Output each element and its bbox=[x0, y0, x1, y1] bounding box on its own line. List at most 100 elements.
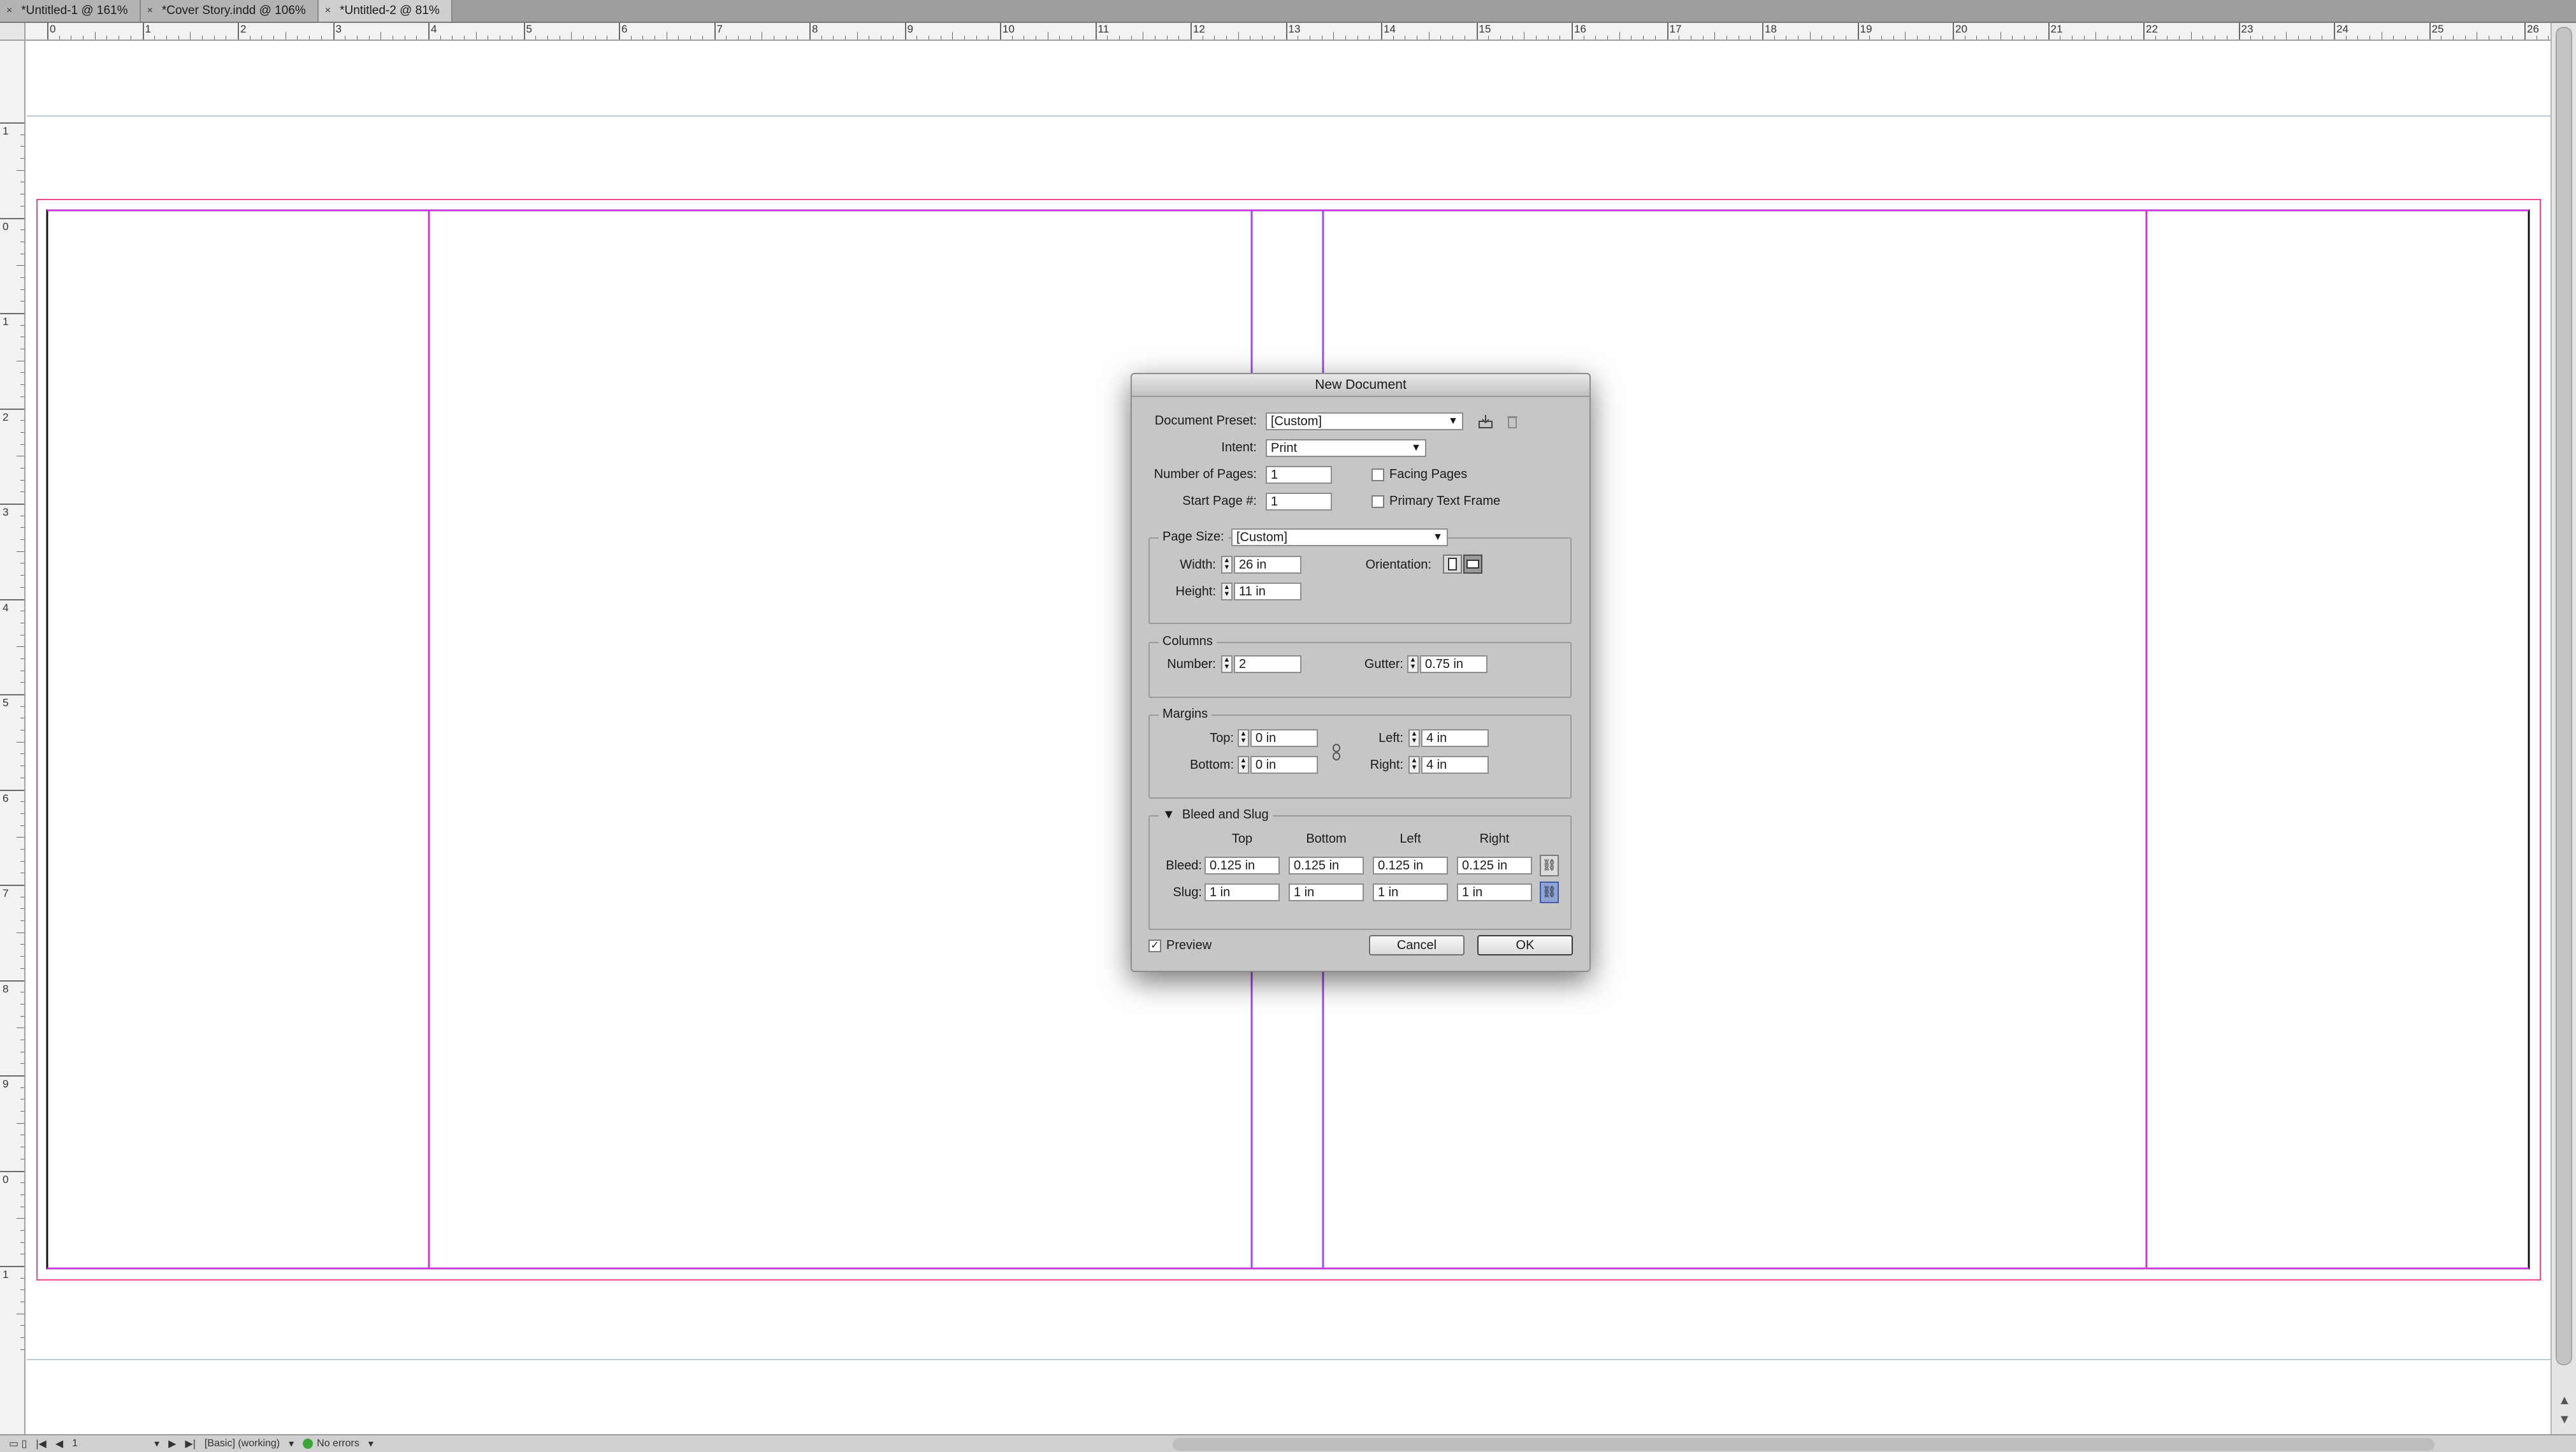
bleed-link-icon[interactable]: ⛓ bbox=[1540, 855, 1559, 876]
preview-checkbox[interactable]: ✓ bbox=[1148, 940, 1161, 952]
next-page-icon[interactable]: ▶ bbox=[168, 1437, 176, 1450]
slug-label: Slug: bbox=[1173, 885, 1202, 899]
save-preset-icon[interactable] bbox=[1476, 412, 1495, 431]
bleed-right-input[interactable]: 0.125 in bbox=[1457, 857, 1532, 875]
prev-page-icon[interactable]: ◀ bbox=[55, 1437, 63, 1450]
bleed-slug-legend[interactable]: ▼ Bleed and Slug bbox=[1159, 808, 1273, 822]
ruler-major-tick bbox=[0, 1266, 24, 1267]
ruler-minor-tick bbox=[17, 1027, 24, 1029]
delete-preset-icon[interactable] bbox=[1503, 412, 1522, 431]
ruler-minor-tick bbox=[2250, 36, 2252, 40]
width-stepper[interactable]: ▲ ▼ bbox=[1221, 556, 1233, 574]
document-preset-select[interactable]: [Custom] ▼ bbox=[1266, 412, 1463, 430]
ruler-minor-tick bbox=[1893, 36, 1894, 40]
ruler-major-tick bbox=[523, 23, 525, 40]
preflight-dropdown-icon[interactable]: ▾ bbox=[289, 1437, 294, 1450]
ruler-major-tick bbox=[0, 408, 24, 410]
scroll-down-icon[interactable]: ▼ bbox=[2558, 1412, 2571, 1427]
slug-right-input[interactable]: 1 in bbox=[1457, 883, 1532, 901]
bleed-bottom-input[interactable]: 0.125 in bbox=[1289, 857, 1364, 875]
primary-text-frame-label: Primary Text Frame bbox=[1389, 494, 1501, 508]
ruler-minor-tick bbox=[20, 920, 24, 922]
ruler-minor-tick bbox=[821, 36, 822, 40]
ruler-major-tick bbox=[1762, 23, 1763, 40]
slug-bottom-input[interactable]: 1 in bbox=[1289, 883, 1364, 901]
ruler-major-tick bbox=[2238, 23, 2240, 40]
number-of-pages-input[interactable]: 1 bbox=[1266, 466, 1332, 484]
margin-right-label: Right: bbox=[1370, 758, 1403, 772]
ruler-major-tick bbox=[0, 1170, 24, 1172]
ruler-minor-tick bbox=[190, 32, 191, 40]
column-header-right: Right bbox=[1479, 832, 1510, 846]
intent-label: Intent: bbox=[1221, 440, 1257, 454]
height-stepper[interactable]: ▲ ▼ bbox=[1221, 583, 1233, 600]
gutter-input[interactable]: 0.75 in bbox=[1420, 655, 1487, 673]
facing-pages-checkbox[interactable] bbox=[1371, 468, 1384, 481]
vertical-scrollbar[interactable]: ▲ ▼ bbox=[2551, 23, 2576, 1439]
page-dropdown-icon[interactable]: ▾ bbox=[154, 1437, 159, 1450]
primary-text-frame-checkbox[interactable] bbox=[1371, 495, 1384, 508]
height-input[interactable]: 11 in bbox=[1234, 583, 1301, 600]
ruler-minor-tick bbox=[2452, 36, 2454, 40]
tab-untitled-2[interactable]: × *Untitled-2 @ 81% bbox=[318, 0, 452, 22]
ruler-minor-tick bbox=[1916, 36, 1918, 40]
width-input[interactable]: 26 in bbox=[1234, 556, 1301, 574]
bleed-left-input[interactable]: 0.125 in bbox=[1373, 857, 1448, 875]
margin-left-stepper[interactable]: ▲ ▼ bbox=[1408, 729, 1420, 747]
cancel-button[interactable]: Cancel bbox=[1369, 935, 1465, 955]
ruler-minor-tick bbox=[1107, 36, 1108, 40]
close-tab-icon[interactable]: × bbox=[147, 5, 153, 17]
tab-untitled-1[interactable]: × *Untitled-1 @ 161% bbox=[0, 0, 141, 22]
margin-left-input[interactable]: 4 in bbox=[1421, 729, 1489, 747]
start-page-input[interactable]: 1 bbox=[1266, 493, 1332, 511]
margin-bottom-stepper[interactable]: ▲ ▼ bbox=[1238, 756, 1249, 774]
tab-cover-story[interactable]: × *Cover Story.indd @ 106% bbox=[140, 0, 319, 22]
ruler-minor-tick bbox=[2297, 36, 2299, 40]
ruler-minor-tick bbox=[952, 32, 953, 40]
ruler-minor-tick bbox=[1333, 32, 1335, 40]
horizontal-scrollbar[interactable] bbox=[1173, 1438, 2435, 1451]
preflight-profile[interactable]: [Basic] (working) bbox=[205, 1438, 280, 1449]
margin-top-stepper[interactable]: ▲ ▼ bbox=[1238, 729, 1249, 747]
columns-number-label: Number: bbox=[1167, 657, 1216, 671]
bleed-top-input[interactable]: 0.125 in bbox=[1205, 857, 1280, 875]
ruler-minor-tick bbox=[1512, 36, 1513, 40]
landscape-orientation-icon[interactable] bbox=[1463, 555, 1482, 574]
slug-left-input[interactable]: 1 in bbox=[1373, 883, 1448, 901]
margin-top-input[interactable]: 0 in bbox=[1250, 729, 1318, 747]
chevron-down-icon: ▼ bbox=[1448, 416, 1458, 426]
preflight-menu-icon[interactable]: ▾ bbox=[368, 1437, 373, 1450]
intent-select[interactable]: Print ▼ bbox=[1266, 439, 1426, 457]
disclosure-triangle-icon[interactable]: ▼ bbox=[1162, 808, 1175, 822]
vertical-ruler[interactable]: 1 0 1 2 3 4 5 6 7 8 9 0 1 bbox=[0, 23, 25, 1442]
preflight-status[interactable]: No errors bbox=[303, 1438, 359, 1449]
page-size-select[interactable]: [Custom] ▼ bbox=[1231, 528, 1448, 546]
ruler-minor-tick bbox=[20, 205, 24, 207]
last-page-icon[interactable]: ▶| bbox=[185, 1437, 195, 1450]
view-toggle-icon[interactable]: ▭ ▯ bbox=[9, 1437, 27, 1450]
ruler-minor-tick bbox=[20, 1111, 24, 1112]
page-number-field[interactable]: 1 bbox=[72, 1438, 78, 1449]
slug-link-icon[interactable]: ⛓ bbox=[1540, 882, 1559, 903]
ruler-minor-tick bbox=[20, 1325, 24, 1326]
first-page-icon[interactable]: |◀ bbox=[36, 1437, 46, 1450]
margin-left-label: Left: bbox=[1378, 731, 1403, 745]
portrait-orientation-icon[interactable] bbox=[1443, 555, 1462, 574]
ruler-minor-tick bbox=[17, 170, 24, 171]
close-tab-icon[interactable]: × bbox=[6, 5, 12, 17]
margin-right-stepper[interactable]: ▲ ▼ bbox=[1408, 756, 1420, 774]
gutter-stepper[interactable]: ▲ ▼ bbox=[1407, 655, 1419, 673]
vertical-scroll-thumb[interactable] bbox=[2556, 27, 2572, 1365]
close-tab-icon[interactable]: × bbox=[325, 5, 331, 17]
ok-button[interactable]: OK bbox=[1477, 935, 1573, 955]
ruler-origin[interactable] bbox=[0, 23, 25, 41]
margin-right-input[interactable]: 4 in bbox=[1421, 756, 1489, 774]
ruler-minor-tick bbox=[916, 36, 918, 40]
margin-bottom-input[interactable]: 0 in bbox=[1250, 756, 1318, 774]
scroll-up-icon[interactable]: ▲ bbox=[2558, 1393, 2571, 1408]
horizontal-ruler[interactable]: 0 1 2 3 4 5 6 7 8 9 10 11 12 13 14 15 16 17 18 19 20 21 22 23 24… bbox=[25, 23, 2551, 41]
slug-top-input[interactable]: 1 in bbox=[1205, 883, 1280, 901]
columns-number-stepper[interactable]: ▲ ▼ bbox=[1221, 655, 1233, 673]
columns-number-input[interactable]: 2 bbox=[1234, 655, 1301, 673]
ruler-minor-tick bbox=[2417, 36, 2418, 40]
